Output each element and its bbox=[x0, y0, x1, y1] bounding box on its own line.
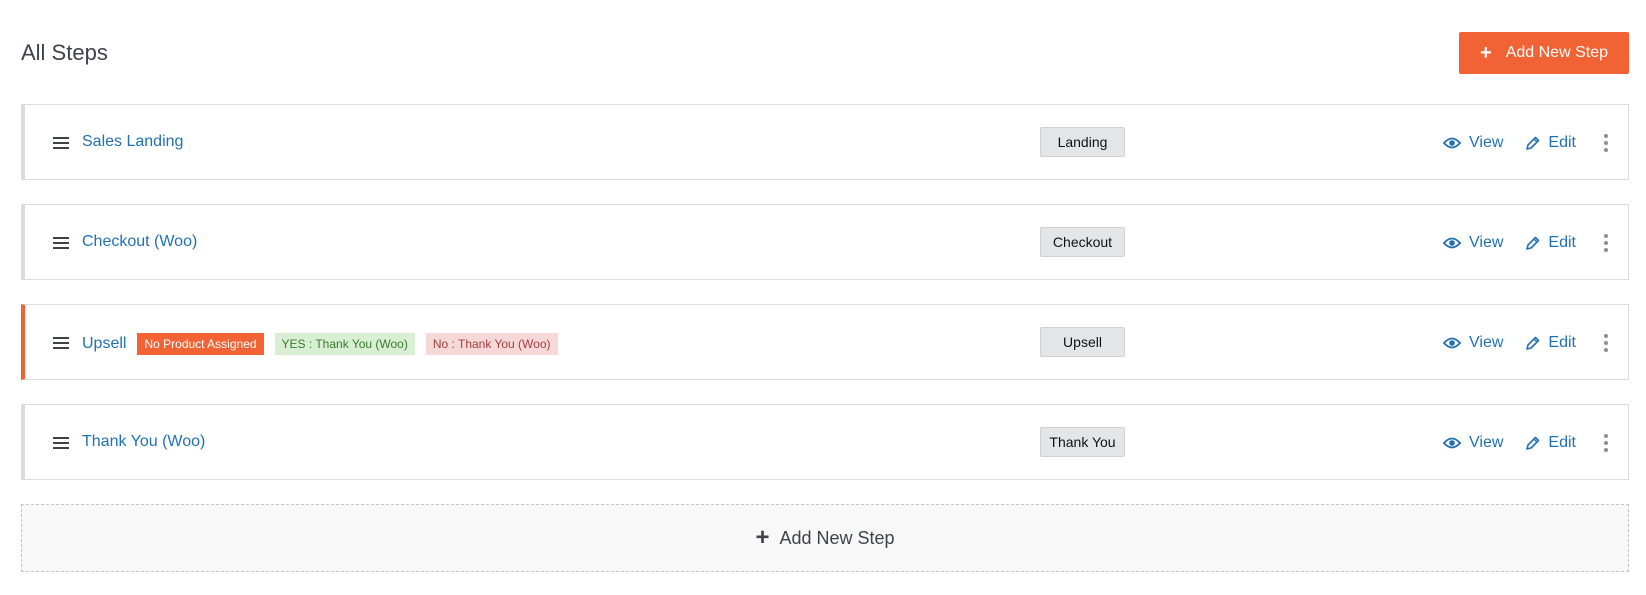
more-vertical-icon[interactable] bbox=[1598, 231, 1614, 255]
eye-icon bbox=[1443, 237, 1462, 249]
drag-handle-icon[interactable] bbox=[53, 237, 69, 249]
step-row-thank-you: Thank You (Woo) Thank You View Edit bbox=[21, 404, 1629, 480]
add-new-step-dropzone[interactable]: + Add New Step bbox=[21, 504, 1629, 572]
view-label: View bbox=[1469, 434, 1504, 451]
plus-icon: + bbox=[1480, 42, 1492, 64]
add-new-step-button[interactable]: + Add New Step bbox=[1459, 32, 1629, 74]
edit-label: Edit bbox=[1548, 434, 1576, 451]
yes-next-step-tag: YES : Thank You (Woo) bbox=[274, 333, 415, 355]
step-type-badge: Landing bbox=[1040, 127, 1125, 157]
view-label: View bbox=[1469, 334, 1504, 351]
add-new-step-label: Add New Step bbox=[779, 527, 895, 548]
add-new-step-label: Add New Step bbox=[1505, 44, 1608, 61]
step-title: Upsell No Product Assigned YES : Thank Y… bbox=[82, 333, 558, 355]
step-row-upsell: Upsell No Product Assigned YES : Thank Y… bbox=[21, 304, 1629, 380]
view-label: View bbox=[1469, 134, 1504, 151]
view-label: View bbox=[1469, 234, 1504, 251]
edit-link[interactable]: Edit bbox=[1525, 334, 1576, 352]
edit-link[interactable]: Edit bbox=[1525, 134, 1576, 152]
step-title: Checkout (Woo) bbox=[82, 233, 197, 251]
more-vertical-icon[interactable] bbox=[1598, 131, 1614, 155]
step-name-link[interactable]: Sales Landing bbox=[82, 133, 183, 151]
more-vertical-icon[interactable] bbox=[1598, 431, 1614, 455]
page: All Steps + Add New Step Sales Landing L… bbox=[0, 0, 1646, 595]
steps-list: Sales Landing Landing View Edit Checkout… bbox=[21, 104, 1629, 504]
step-name-link[interactable]: Thank You (Woo) bbox=[82, 433, 205, 451]
view-link[interactable]: View bbox=[1443, 434, 1503, 452]
pencil-icon bbox=[1526, 436, 1540, 450]
step-actions: View Edit bbox=[1443, 129, 1614, 157]
page-title: All Steps bbox=[21, 40, 108, 65]
view-link[interactable]: View bbox=[1443, 134, 1503, 152]
no-next-step-tag: No : Thank You (Woo) bbox=[425, 333, 558, 355]
edit-label: Edit bbox=[1548, 134, 1576, 151]
edit-label: Edit bbox=[1548, 234, 1576, 251]
edit-link[interactable]: Edit bbox=[1525, 234, 1576, 252]
step-actions: View Edit bbox=[1443, 229, 1614, 257]
edit-label: Edit bbox=[1548, 334, 1576, 351]
step-actions: View Edit bbox=[1443, 429, 1614, 457]
steps-header: All Steps + Add New Step bbox=[21, 32, 1629, 74]
eye-icon bbox=[1443, 437, 1462, 449]
edit-link[interactable]: Edit bbox=[1525, 434, 1576, 452]
step-title: Thank You (Woo) bbox=[82, 433, 205, 451]
eye-icon bbox=[1443, 337, 1462, 349]
step-row-sales-landing: Sales Landing Landing View Edit bbox=[21, 104, 1629, 180]
step-type-badge: Checkout bbox=[1040, 227, 1125, 257]
step-row-checkout: Checkout (Woo) Checkout View Edit bbox=[21, 204, 1629, 280]
step-actions: View Edit bbox=[1443, 329, 1614, 357]
step-name-link[interactable]: Upsell bbox=[82, 335, 126, 353]
step-type-badge: Thank You bbox=[1040, 427, 1125, 457]
pencil-icon bbox=[1526, 236, 1540, 250]
drag-handle-icon[interactable] bbox=[53, 137, 69, 149]
drag-handle-icon[interactable] bbox=[53, 337, 69, 349]
pencil-icon bbox=[1526, 336, 1540, 350]
step-title: Sales Landing bbox=[82, 133, 183, 151]
drag-handle-icon[interactable] bbox=[53, 437, 69, 449]
step-name-link[interactable]: Checkout (Woo) bbox=[82, 233, 197, 251]
eye-icon bbox=[1443, 137, 1462, 149]
no-product-warning-tag: No Product Assigned bbox=[137, 333, 264, 355]
pencil-icon bbox=[1526, 136, 1540, 150]
plus-icon: + bbox=[755, 524, 770, 551]
view-link[interactable]: View bbox=[1443, 234, 1503, 252]
view-link[interactable]: View bbox=[1443, 334, 1503, 352]
step-type-badge: Upsell bbox=[1040, 327, 1125, 357]
more-vertical-icon[interactable] bbox=[1598, 331, 1614, 355]
